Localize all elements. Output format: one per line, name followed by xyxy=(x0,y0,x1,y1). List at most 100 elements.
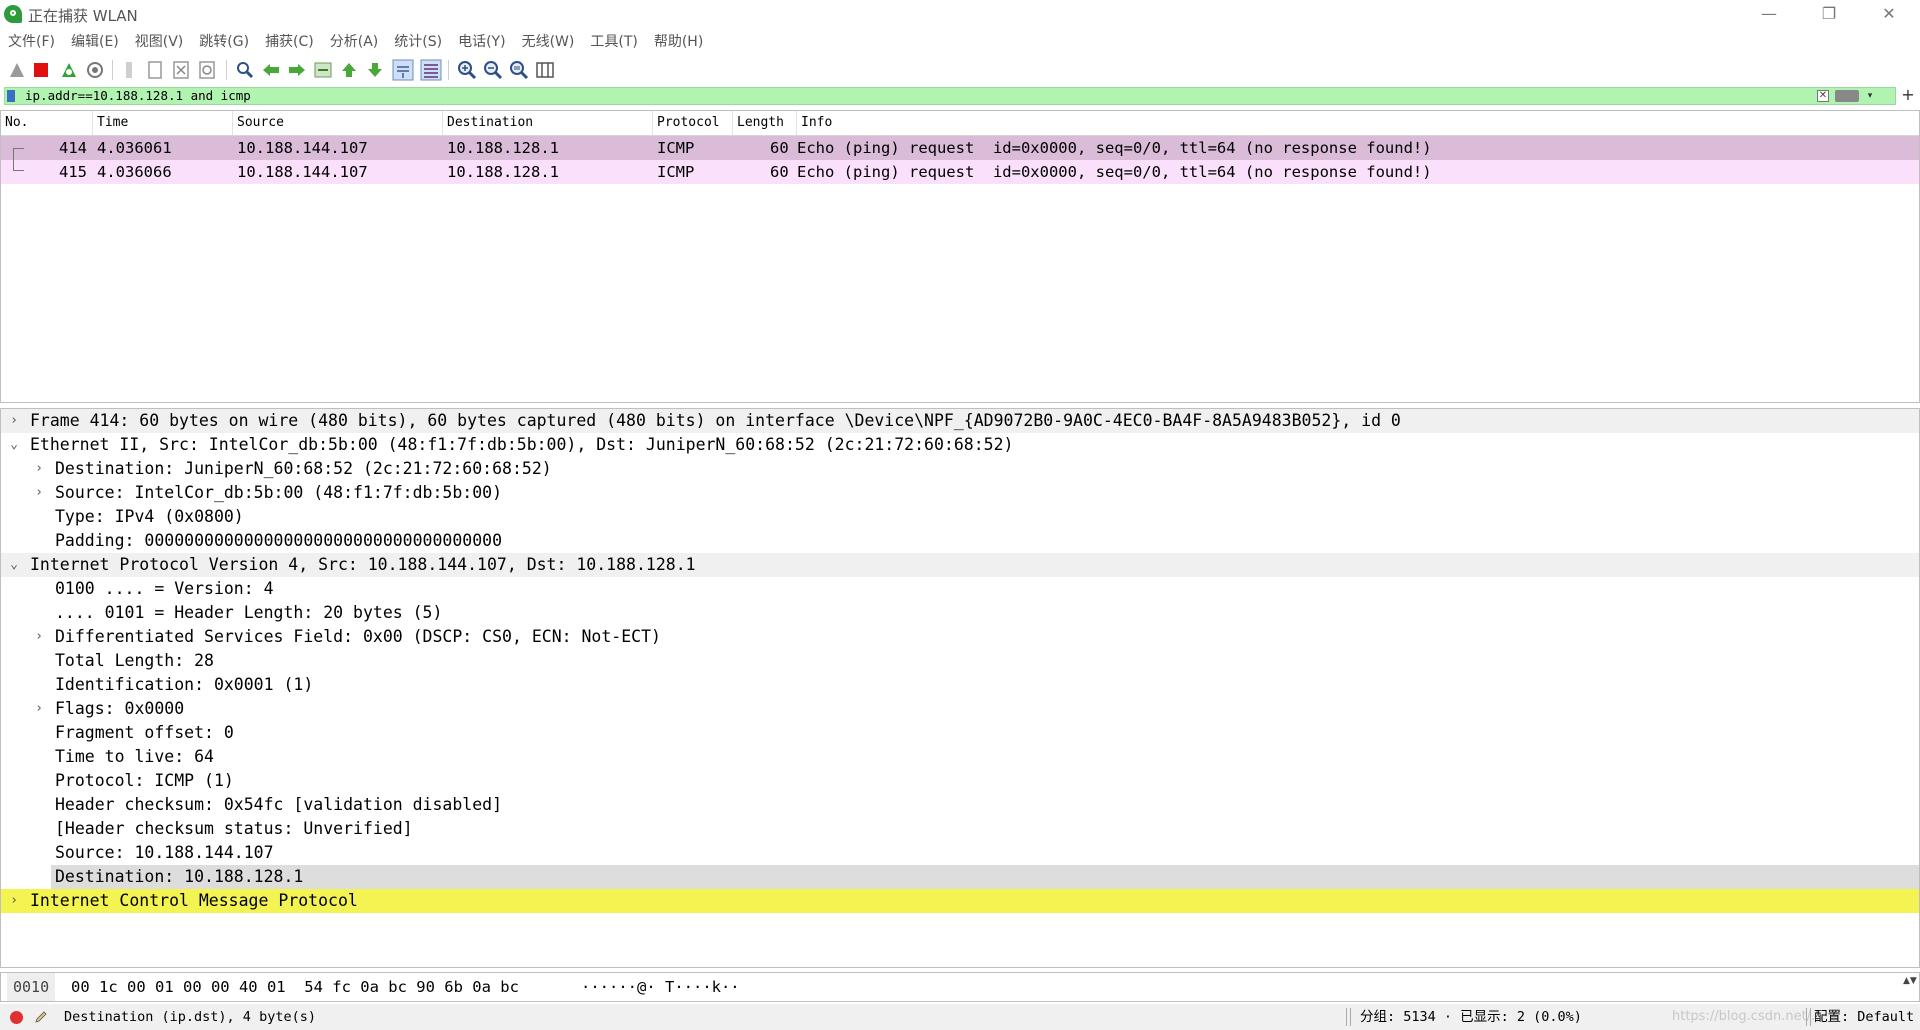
expand-chevron-icon[interactable]: › xyxy=(32,481,46,505)
tree-item-label: Internet Protocol Version 4, Src: 10.188… xyxy=(30,555,696,574)
start-capture-fin-icon[interactable] xyxy=(6,59,28,81)
expand-chevron-icon[interactable]: › xyxy=(32,457,46,481)
menu-statistics[interactable]: 统计(S) xyxy=(386,30,450,54)
zoom-normal-icon[interactable] xyxy=(508,59,530,81)
expand-chevron-icon[interactable]: › xyxy=(32,697,46,721)
apply-filter-arrow-icon[interactable] xyxy=(1835,90,1859,102)
tree-item-eth-destination[interactable]: › Destination: JuniperN_60:68:52 (2c:21:… xyxy=(1,457,1919,481)
go-to-packet-icon[interactable] xyxy=(312,59,334,81)
packet-no: 415 xyxy=(59,163,87,181)
tree-item-eth-type[interactable]: Type: IPv4 (0x0800) xyxy=(1,505,1919,529)
column-header-destination[interactable]: Destination xyxy=(443,111,653,135)
add-filter-button[interactable]: + xyxy=(1900,86,1916,104)
display-filter-input[interactable] xyxy=(25,88,1825,104)
menu-help[interactable]: 帮助(H) xyxy=(646,30,711,54)
capture-options-gear-icon[interactable] xyxy=(84,59,106,81)
tree-item-label: Source: IntelCor_db:5b:00 (48:f1:7f:db:5… xyxy=(55,483,503,502)
tree-item-ip-dsfield[interactable]: › Differentiated Services Field: 0x00 (D… xyxy=(1,625,1919,649)
bytes-scroll-arrows[interactable]: ▲▼ xyxy=(1903,975,1917,999)
tree-item-label: Time to live: 64 xyxy=(55,747,214,766)
filter-bookmark-icon[interactable] xyxy=(7,90,15,102)
tree-item-ip-checksum[interactable]: Header checksum: 0x54fc [validation disa… xyxy=(1,793,1919,817)
packet-row[interactable]: 414 4.036061 10.188.144.107 10.188.128.1… xyxy=(1,136,1919,161)
tree-item-frame[interactable]: › Frame 414: 60 bytes on wire (480 bits)… xyxy=(1,409,1919,433)
go-back-arrow-icon[interactable] xyxy=(260,59,282,81)
stop-capture-icon[interactable] xyxy=(30,59,52,81)
tree-item-ip-source[interactable]: Source: 10.188.144.107 xyxy=(1,841,1919,865)
colorize-packets-icon[interactable] xyxy=(420,59,442,81)
zoom-out-icon[interactable] xyxy=(482,59,504,81)
menu-analyze[interactable]: 分析(A) xyxy=(322,30,387,54)
menu-view[interactable]: 视图(V) xyxy=(127,30,192,54)
tree-item-label: Protocol: ICMP (1) xyxy=(55,771,234,790)
go-first-packet-icon[interactable] xyxy=(338,59,360,81)
expand-chevron-icon[interactable]: › xyxy=(7,409,21,433)
column-header-info[interactable]: Info xyxy=(797,111,1919,135)
zoom-in-icon[interactable] xyxy=(456,59,478,81)
status-bar: Destination (ip.dst), 4 byte(s) 分组: 5134… xyxy=(0,1004,1920,1030)
tree-item-label: Fragment offset: 0 xyxy=(55,723,234,742)
tree-item-ip-identification[interactable]: Identification: 0x0001 (1) xyxy=(1,673,1919,697)
tree-item-label: Internet Control Message Protocol xyxy=(30,891,358,910)
open-file-icon[interactable] xyxy=(118,59,140,81)
go-forward-arrow-icon[interactable] xyxy=(286,59,308,81)
status-packet-counts: 分组: 5134 · 已显示: 2 (0.0%) xyxy=(1360,1009,1582,1025)
find-packet-icon[interactable] xyxy=(234,59,256,81)
tree-item-ip-total-length[interactable]: Total Length: 28 xyxy=(1,649,1919,673)
column-header-no[interactable]: No. xyxy=(1,111,93,135)
tree-item-ip-protocol[interactable]: Protocol: ICMP (1) xyxy=(1,769,1919,793)
close-file-icon[interactable] xyxy=(170,59,192,81)
status-profile[interactable]: 配置: Default xyxy=(1814,1004,1914,1030)
column-header-time[interactable]: Time xyxy=(93,111,233,135)
tree-item-ethernet[interactable]: ⌄ Ethernet II, Src: IntelCor_db:5b:00 (4… xyxy=(1,433,1919,457)
tree-item-ip-version[interactable]: 0100 .... = Version: 4 xyxy=(1,577,1919,601)
tree-item-ip-flags[interactable]: › Flags: 0x0000 xyxy=(1,697,1919,721)
tree-item-ip-checksum-status[interactable]: [Header checksum status: Unverified] xyxy=(1,817,1919,841)
expand-chevron-icon[interactable]: › xyxy=(7,889,21,913)
tree-item-eth-padding[interactable]: Padding: 0000000000000000000000000000000… xyxy=(1,529,1919,553)
byte-ascii-dump[interactable]: ······@· T····k·· xyxy=(581,973,740,1001)
close-button[interactable]: ✕ xyxy=(1866,0,1912,28)
selected-field-highlight xyxy=(51,865,1919,889)
tree-item-ip-ttl[interactable]: Time to live: 64 xyxy=(1,745,1919,769)
packet-time: 4.036066 xyxy=(97,163,172,181)
go-last-packet-icon[interactable] xyxy=(364,59,386,81)
packet-length: 60 xyxy=(770,139,789,157)
tree-item-ipv4[interactable]: ⌄ Internet Protocol Version 4, Src: 10.1… xyxy=(1,553,1919,577)
capture-comment-pencil-icon[interactable] xyxy=(34,1010,48,1024)
tree-item-ip-header-length[interactable]: .... 0101 = Header Length: 20 bytes (5) xyxy=(1,601,1919,625)
tree-item-label: Total Length: 28 xyxy=(55,651,214,670)
menu-edit[interactable]: 编辑(E) xyxy=(63,30,127,54)
byte-hex-dump[interactable]: 00 1c 00 01 00 00 40 01 54 fc 0a bc 90 6… xyxy=(71,973,519,1001)
expert-info-led-icon[interactable] xyxy=(10,1011,23,1024)
tree-item-ip-frag-offset[interactable]: Fragment offset: 0 xyxy=(1,721,1919,745)
menu-capture[interactable]: 捕获(C) xyxy=(257,30,322,54)
save-file-icon[interactable] xyxy=(144,59,166,81)
minimize-button[interactable]: — xyxy=(1746,0,1792,28)
tree-item-ip-destination[interactable]: Destination: 10.188.128.1 xyxy=(1,865,1919,889)
clear-filter-icon[interactable]: ✕ xyxy=(1817,90,1829,102)
menu-go[interactable]: 跳转(G) xyxy=(191,30,257,54)
column-header-protocol[interactable]: Protocol xyxy=(653,111,733,135)
column-header-length[interactable]: Length xyxy=(733,111,797,135)
column-header-source[interactable]: Source xyxy=(233,111,443,135)
reload-file-icon[interactable] xyxy=(196,59,218,81)
menu-tools[interactable]: 工具(T) xyxy=(582,30,645,54)
packet-row[interactable]: 415 4.036066 10.188.144.107 10.188.128.1… xyxy=(1,160,1919,184)
tree-item-icmp[interactable]: › Internet Control Message Protocol xyxy=(1,889,1919,913)
collapse-chevron-icon[interactable]: ⌄ xyxy=(7,433,21,457)
menu-wireless[interactable]: 无线(W) xyxy=(514,30,583,54)
resize-columns-icon[interactable] xyxy=(534,59,556,81)
autoscroll-icon[interactable] xyxy=(392,59,414,81)
window-title: 正在捕获 WLAN xyxy=(28,7,138,25)
collapse-chevron-icon[interactable]: ⌄ xyxy=(7,553,21,577)
watermark-text: https://blog.csdn.net/... xyxy=(1672,1009,1824,1024)
expand-chevron-icon[interactable]: › xyxy=(32,625,46,649)
menu-file[interactable]: 文件(F) xyxy=(0,30,63,54)
filter-history-dropdown-icon[interactable]: ▾ xyxy=(1863,89,1877,103)
restore-button[interactable]: ❐ xyxy=(1806,0,1852,28)
menu-telephony[interactable]: 电话(Y) xyxy=(450,30,513,54)
restart-capture-icon[interactable] xyxy=(58,59,80,81)
tree-item-label: Destination: 10.188.128.1 xyxy=(55,867,304,886)
tree-item-eth-source[interactable]: › Source: IntelCor_db:5b:00 (48:f1:7f:db… xyxy=(1,481,1919,505)
